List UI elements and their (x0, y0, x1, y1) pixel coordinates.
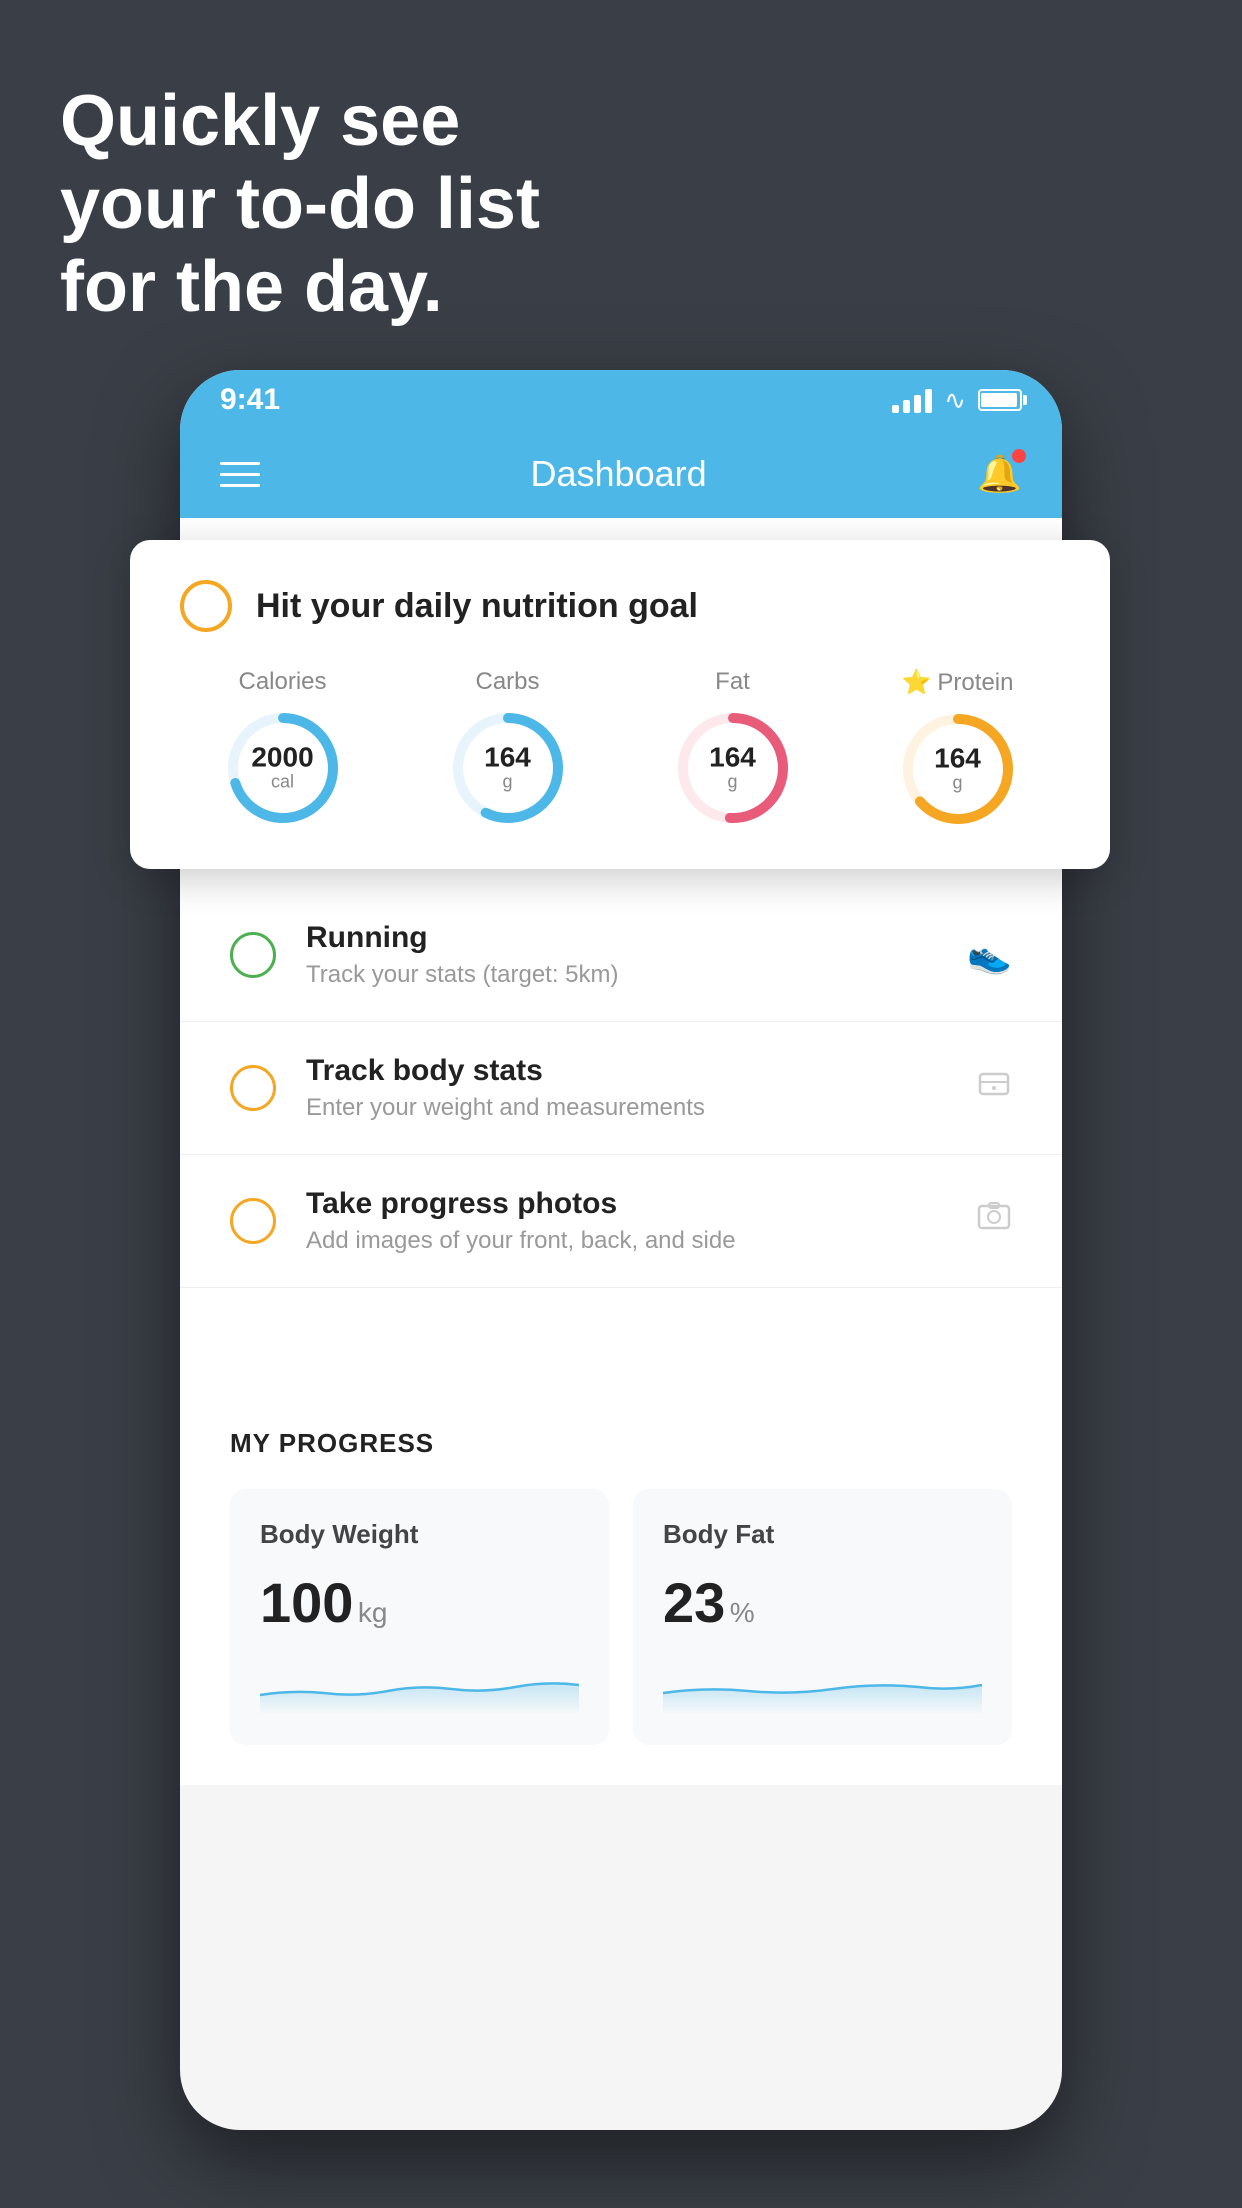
todo-item-photos[interactable]: Take progress photos Add images of your … (180, 1155, 1062, 1288)
todo-circle-running (230, 932, 276, 978)
todo-title-body-stats: Track body stats (306, 1054, 946, 1088)
card-title-row: Hit your daily nutrition goal (180, 580, 1060, 632)
todo-circle-body-stats (230, 1065, 276, 1111)
body-fat-value: 23 (663, 1571, 725, 1634)
calories-value: 2000 (251, 744, 313, 772)
progress-card-weight[interactable]: Body Weight 100 kg (230, 1489, 609, 1745)
progress-cards: Body Weight 100 kg (230, 1489, 1012, 1745)
nav-bar: Dashboard 🔔 (180, 430, 1062, 518)
protein-value: 164 (934, 745, 981, 773)
todo-title-running: Running (306, 921, 937, 955)
carbs-value: 164 (484, 744, 531, 772)
nutrition-carbs: Carbs 164 g (448, 668, 568, 829)
progress-section: MY PROGRESS Body Weight 100 kg (180, 1368, 1062, 1785)
calories-unit: cal (251, 772, 313, 793)
nutrition-calories: Calories 2000 cal (223, 668, 343, 829)
scale-icon (976, 1066, 1012, 1111)
todo-subtitle-body-stats: Enter your weight and measurements (306, 1094, 946, 1122)
wifi-icon: ∿ (944, 385, 966, 416)
nutrition-fat: Fat 164 g (673, 668, 793, 829)
body-weight-unit: kg (358, 1597, 388, 1628)
todo-title-photos: Take progress photos (306, 1187, 946, 1221)
progress-card-weight-value-row: 100 kg (260, 1570, 579, 1635)
fat-unit: g (709, 772, 756, 793)
progress-card-bodyfat[interactable]: Body Fat 23 % (633, 1489, 1012, 1745)
photo-icon (976, 1199, 1012, 1244)
headline: Quickly see your to-do list for the day. (60, 80, 540, 328)
todo-subtitle-photos: Add images of your front, back, and side (306, 1227, 946, 1255)
card-title: Hit your daily nutrition goal (256, 587, 698, 626)
body-weight-value: 100 (260, 1571, 353, 1634)
notification-bell[interactable]: 🔔 (977, 453, 1022, 495)
protein-label-text: Protein (937, 669, 1013, 697)
nutrition-protein: ⭐ Protein 164 g (898, 668, 1018, 829)
shoe-icon: 👟 (967, 934, 1012, 976)
fat-value: 164 (709, 744, 756, 772)
featured-card[interactable]: Hit your daily nutrition goal Calories 2… (130, 540, 1110, 869)
progress-header: MY PROGRESS (230, 1428, 1012, 1459)
carbs-ring: 164 g (448, 708, 568, 828)
status-icons: ∿ (892, 385, 1022, 416)
progress-card-bodyfat-value-row: 23 % (663, 1570, 982, 1635)
progress-card-bodyfat-title: Body Fat (663, 1519, 982, 1550)
todo-subtitle-running: Track your stats (target: 5km) (306, 961, 937, 989)
star-icon: ⭐ (902, 668, 932, 697)
body-fat-unit: % (730, 1597, 755, 1628)
card-check-circle (180, 580, 232, 632)
hamburger-menu[interactable] (220, 462, 260, 487)
signal-icon (892, 387, 932, 413)
body-weight-chart (260, 1655, 579, 1715)
progress-card-weight-title: Body Weight (260, 1519, 579, 1550)
battery-icon (978, 389, 1022, 411)
todo-circle-photos (230, 1198, 276, 1244)
protein-unit: g (934, 773, 981, 794)
todo-item-body-stats[interactable]: Track body stats Enter your weight and m… (180, 1022, 1062, 1155)
todo-content-body-stats: Track body stats Enter your weight and m… (306, 1054, 946, 1122)
fat-ring: 164 g (673, 708, 793, 828)
carbs-unit: g (484, 772, 531, 793)
body-fat-chart (663, 1655, 982, 1715)
status-bar: 9:41 ∿ (180, 370, 1062, 430)
protein-label-star: ⭐ Protein (902, 668, 1014, 697)
todo-item-running[interactable]: Running Track your stats (target: 5km) 👟 (180, 889, 1062, 1022)
todo-content-photos: Take progress photos Add images of your … (306, 1187, 946, 1255)
fat-label: Fat (715, 668, 750, 696)
carbs-label: Carbs (475, 668, 539, 696)
nutrition-grid: Calories 2000 cal Carbs (180, 668, 1060, 829)
calories-ring: 2000 cal (223, 708, 343, 828)
nav-title: Dashboard (531, 453, 707, 495)
todo-content-running: Running Track your stats (target: 5km) (306, 921, 937, 989)
calories-label: Calories (238, 668, 326, 696)
status-time: 9:41 (220, 383, 280, 417)
protein-ring: 164 g (898, 709, 1018, 829)
